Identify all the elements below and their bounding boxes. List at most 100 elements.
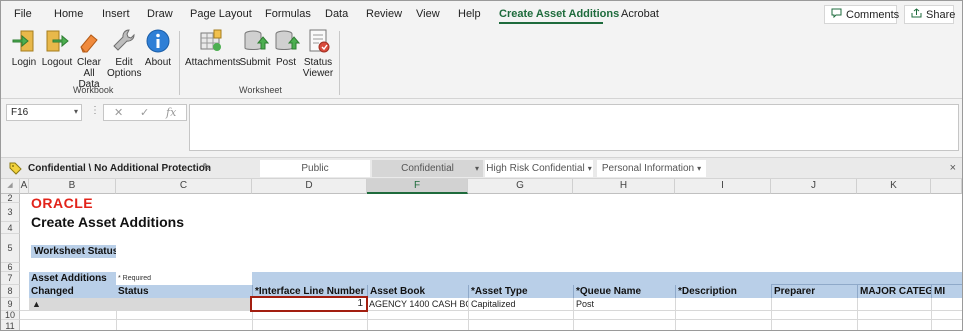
oracle-logo-text: ORACLE xyxy=(31,196,93,210)
comments-label: Comments xyxy=(846,8,900,21)
sensitivity-confidential[interactable]: Confidential ▾ xyxy=(372,160,483,177)
menu-data[interactable]: Data xyxy=(325,8,348,20)
asset-type-cell[interactable]: Capitalized xyxy=(469,298,573,310)
interface-line-number-cell[interactable]: 1 xyxy=(250,296,368,312)
sensitivity-public-label: Public xyxy=(301,163,329,174)
edit-options-label-1: Edit xyxy=(115,57,133,68)
sheet-title: Create Asset Additions xyxy=(31,214,184,230)
login-button[interactable]: Login xyxy=(10,27,38,68)
header-fill xyxy=(573,272,675,285)
menu-home[interactable]: Home xyxy=(54,8,83,20)
status-viewer-icon xyxy=(304,27,332,55)
row-header-11[interactable]: 11 xyxy=(1,320,20,330)
changed-indicator[interactable]: ▲ xyxy=(29,298,116,310)
wrench-icon xyxy=(110,27,138,55)
post-button[interactable]: Post xyxy=(272,27,301,68)
insert-function-icon[interactable]: fx xyxy=(166,106,176,119)
menu-insert[interactable]: Insert xyxy=(102,8,130,20)
row-header-2[interactable]: 2 xyxy=(1,194,20,203)
ribbon-separator xyxy=(179,31,180,95)
edit-options-button[interactable]: Edit Options xyxy=(107,27,141,79)
comments-button[interactable]: Comments xyxy=(824,5,900,24)
gridline xyxy=(857,298,858,330)
excel-window: File Home Insert Draw Page Layout Formul… xyxy=(0,0,963,331)
attachments-label: Attachments xyxy=(185,57,241,68)
column-header-i[interactable]: I xyxy=(675,179,771,194)
column-header-f[interactable]: F xyxy=(367,179,468,194)
name-box-value: F16 xyxy=(11,107,29,118)
column-header-a[interactable]: A xyxy=(20,179,29,194)
row-header-10[interactable]: 10 xyxy=(1,311,20,320)
cancel-icon[interactable]: ✕ xyxy=(114,106,123,119)
header-fill xyxy=(675,272,771,285)
column-header-c[interactable]: C xyxy=(116,179,252,194)
edit-options-label-2: Options xyxy=(107,68,142,79)
pencil-icon[interactable]: ✎ xyxy=(202,161,211,174)
select-all-corner[interactable]: ◢ xyxy=(1,179,20,194)
column-header-b[interactable]: B xyxy=(29,179,116,194)
menu-help[interactable]: Help xyxy=(458,8,481,20)
chevron-down-icon: ▾ xyxy=(697,164,702,173)
about-button[interactable]: About xyxy=(143,27,173,68)
column-header-extra[interactable] xyxy=(931,179,962,194)
oracle-logo: ORACLE xyxy=(31,195,121,211)
sensitivity-public[interactable]: Public xyxy=(260,160,370,177)
header-fill xyxy=(252,272,367,285)
close-icon[interactable]: × xyxy=(950,162,956,174)
menu-draw[interactable]: Draw xyxy=(147,8,173,20)
asset-book-cell[interactable]: AGENCY 1400 CASH BOOK xyxy=(368,298,468,310)
attachments-button[interactable]: Attachments xyxy=(185,27,241,68)
sensitivity-personal-information[interactable]: Personal Information ▾ xyxy=(597,160,706,177)
menu-view[interactable]: View xyxy=(416,8,440,20)
column-title-preparer: Preparer xyxy=(771,285,857,298)
name-box[interactable]: F16 ▾ xyxy=(6,104,82,121)
sensitivity-high-risk[interactable]: High Risk Confidential ▾ xyxy=(485,160,593,177)
menu-acrobat[interactable]: Acrobat xyxy=(621,8,659,20)
submit-label: Submit xyxy=(239,57,271,68)
gridline xyxy=(675,298,676,330)
row-header-8[interactable]: 8 xyxy=(1,285,20,298)
menu-create-asset-additions[interactable]: Create Asset Additions xyxy=(499,8,619,20)
menu-page-layout[interactable]: Page Layout xyxy=(190,8,252,20)
column-title-status: Status xyxy=(116,285,252,298)
gridline xyxy=(931,298,932,330)
formula-input[interactable] xyxy=(189,104,959,151)
row-header-5[interactable]: 5 xyxy=(1,234,20,263)
logout-button[interactable]: Logout xyxy=(41,27,73,68)
ribbon-separator xyxy=(339,31,340,95)
asset-additions-label: Asset Additions xyxy=(29,272,116,285)
submit-button[interactable]: Submit xyxy=(239,27,271,68)
row-header-7[interactable]: 7 xyxy=(1,272,20,285)
queue-name-cell[interactable]: Post xyxy=(574,298,675,310)
ribbon: Login Logout Clear All Data Edit Options xyxy=(1,27,962,99)
column-header-g[interactable]: G xyxy=(468,179,573,194)
workbook-group-label: Workbook xyxy=(73,85,114,95)
row-header-6[interactable]: 6 xyxy=(1,263,20,272)
formula-bar: F16 ▾ ⋮ ✕ ✓ fx xyxy=(1,99,962,157)
column-header-k[interactable]: K xyxy=(857,179,931,194)
row-header-4[interactable]: 4 xyxy=(1,222,20,234)
header-fill xyxy=(771,272,962,285)
column-header-j[interactable]: J xyxy=(771,179,857,194)
menu-review[interactable]: Review xyxy=(366,8,402,20)
worksheet-group-label: Worksheet xyxy=(239,85,282,95)
status-viewer-button[interactable]: Status Viewer xyxy=(302,27,334,79)
column-header-d[interactable]: D xyxy=(252,179,367,194)
enter-icon[interactable]: ✓ xyxy=(140,106,149,119)
menu-file[interactable]: File xyxy=(14,8,32,20)
column-title-asset-book: Asset Book xyxy=(367,285,468,298)
status-cell[interactable] xyxy=(116,298,252,310)
chevron-down-icon: ▾ xyxy=(474,164,479,173)
post-icon xyxy=(272,27,301,55)
share-button[interactable]: Share xyxy=(904,5,955,24)
status-viewer-label-2: Viewer xyxy=(302,68,334,79)
column-header-h[interactable]: H xyxy=(573,179,675,194)
login-icon xyxy=(10,27,38,55)
formula-buttons: ✕ ✓ fx xyxy=(103,104,187,121)
clear-all-data-button[interactable]: Clear All Data xyxy=(73,27,105,90)
row-header-3[interactable]: 3 xyxy=(1,203,20,222)
sensitivity-personal-label: Personal Information xyxy=(601,163,695,174)
required-note: * Required xyxy=(118,275,152,282)
chevron-down-icon[interactable]: ▾ xyxy=(74,107,78,116)
menu-formulas[interactable]: Formulas xyxy=(265,8,311,20)
